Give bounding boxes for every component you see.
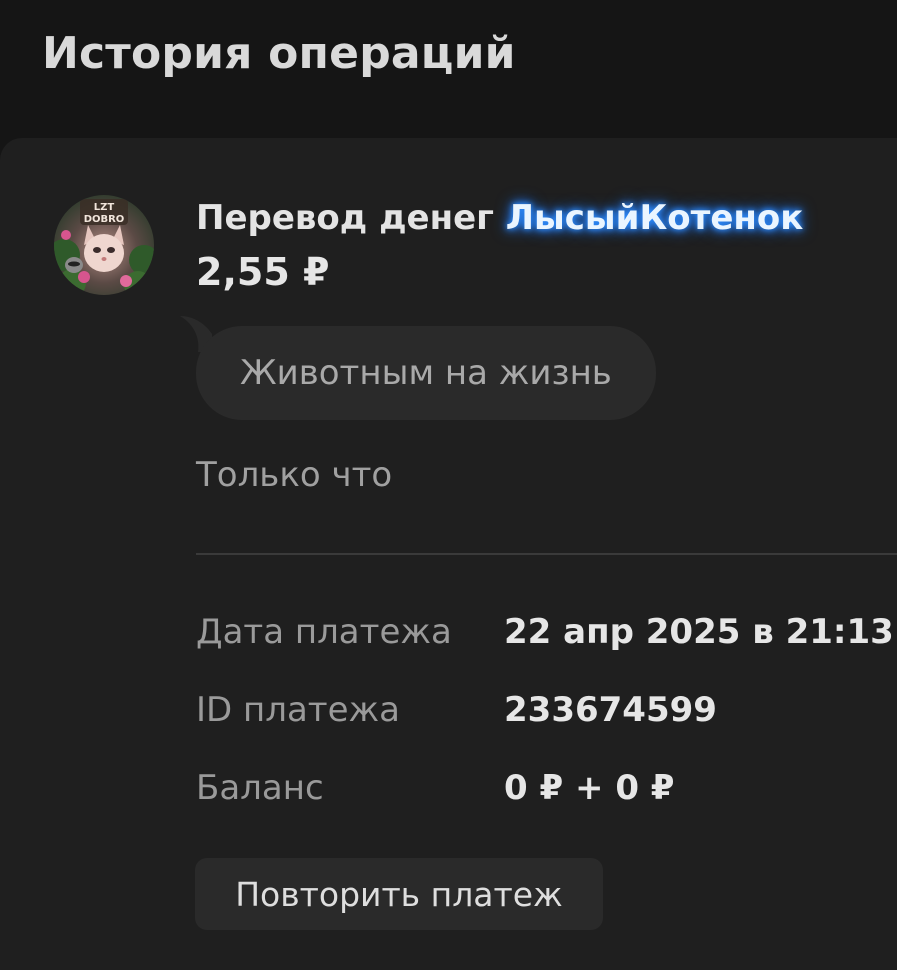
avatar-image-icon: LZT DOBRO: [54, 195, 154, 295]
recipient-username-link[interactable]: ЛысыйКотенок: [506, 198, 804, 238]
payment-id-value: 233674599: [504, 690, 717, 730]
operations-history-page: История операций LZT DOBRO Перевод денег…: [0, 0, 897, 970]
page-title: История операций: [42, 28, 516, 79]
avatar[interactable]: LZT DOBRO: [54, 195, 154, 295]
transfer-title: Перевод денег ЛысыйКотенок: [196, 198, 803, 238]
svg-text:DOBRO: DOBRO: [84, 214, 125, 225]
payment-id-label: ID платежа: [196, 690, 400, 730]
svg-text:LZT: LZT: [94, 202, 115, 213]
transfer-amount: 2,55 ₽: [196, 250, 330, 294]
payment-date-label: Дата платежа: [196, 612, 452, 652]
balance-value: 0 ₽ + 0 ₽: [504, 768, 675, 808]
balance-label: Баланс: [196, 768, 324, 808]
comment-bubble: Животным на жизнь: [196, 326, 656, 420]
divider: [196, 553, 897, 555]
payment-date-value: 22 апр 2025 в 21:13: [504, 612, 894, 652]
repeat-payment-button[interactable]: Повторить платеж: [195, 858, 603, 930]
transaction-time: Только что: [196, 455, 393, 495]
comment-text: Животным на жизнь: [240, 353, 612, 393]
transfer-title-prefix: Перевод денег: [196, 198, 494, 238]
